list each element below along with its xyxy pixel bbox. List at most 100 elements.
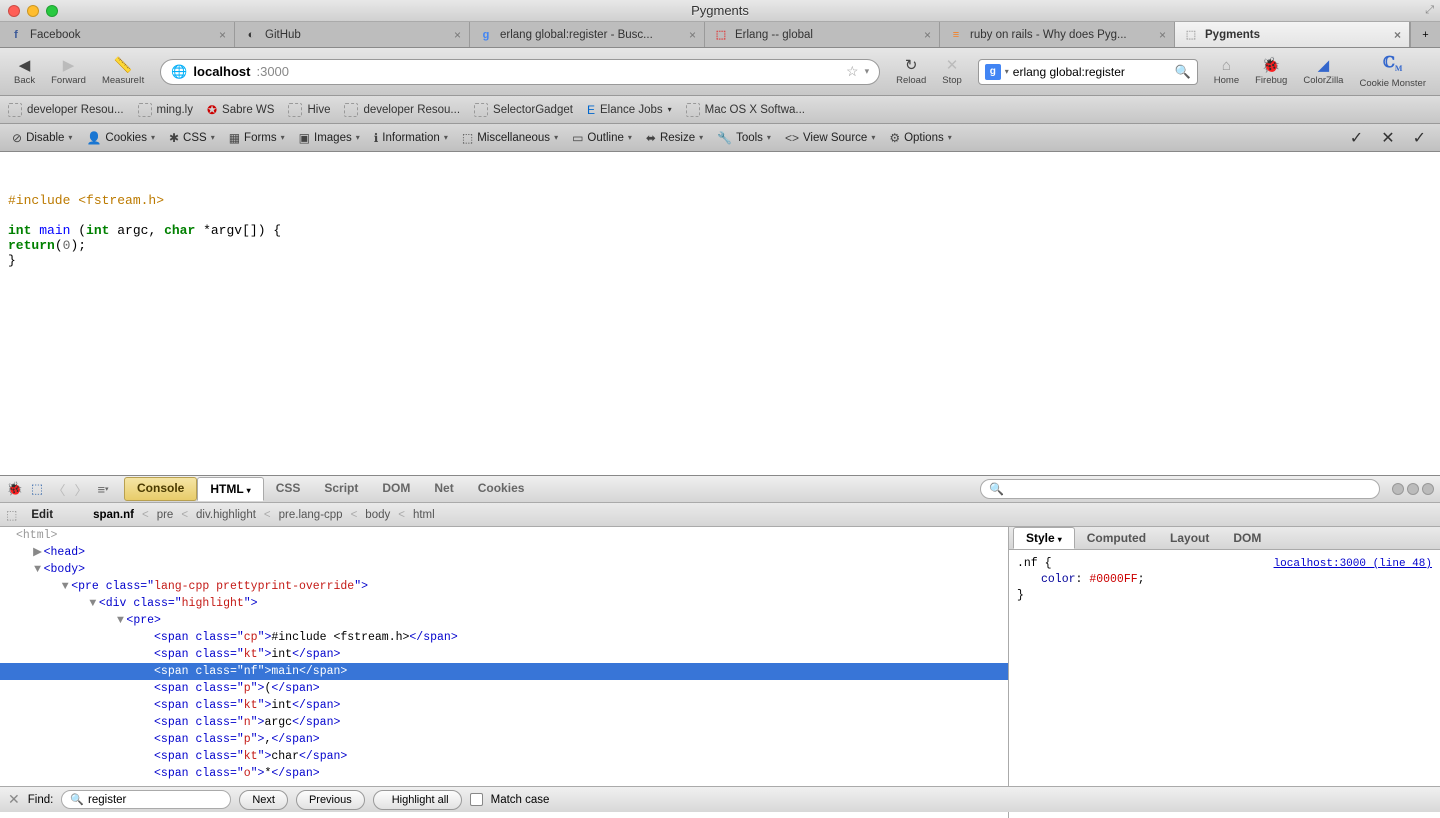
fullscreen-icon[interactable]: ⤢ [1425,4,1434,17]
bookmark-item[interactable]: ✪Sabre WS [207,103,274,117]
tab-html[interactable]: HTML▾ [197,477,263,501]
css-source-link[interactable]: localhost:3000 (line 48) [1274,556,1432,572]
colorzilla-button[interactable]: ◢ColorZilla [1295,56,1351,88]
tab-close-icon[interactable]: × [924,28,931,42]
bookmark-item[interactable]: developer Resou... [344,103,460,117]
webdev-miscellaneous[interactable]: ⬚Miscellaneous▾ [458,131,562,145]
close-findbar-button[interactable]: ✕ [8,791,20,808]
new-tab-button[interactable]: + [1410,22,1440,47]
crumb[interactable]: div.highlight [196,509,256,521]
webdev-tools[interactable]: 🔧Tools▾ [713,131,775,145]
browser-tab[interactable]: ⬚Erlang -- global× [705,22,940,47]
firebug-button[interactable]: 🐞Firebug [1247,56,1295,88]
side-tab-dom[interactable]: DOM [1221,528,1273,548]
browser-tab[interactable]: ◐GitHub× [235,22,470,47]
disclosure-triangle-icon[interactable] [142,646,154,663]
find-prev-button[interactable]: Previous [296,790,365,810]
crumb[interactable]: pre.lang-cpp [279,509,343,521]
home-button[interactable]: ⌂Home [1206,56,1247,88]
dom-tree-node[interactable]: <span class="kt">int</span> [0,646,1008,663]
detach-panel-button[interactable] [1407,483,1419,495]
back-button[interactable]: ◀Back [6,56,43,88]
dom-tree-node[interactable]: <html> [0,527,1008,544]
bookmark-item[interactable]: ming.ly [138,103,193,117]
nav-fwd-icon[interactable]: 〉 [72,480,90,498]
webdev-view-source[interactable]: <>View Source▾ [781,131,879,145]
tab-cookies[interactable]: Cookies [466,477,537,501]
disclosure-triangle-icon[interactable]: ▼ [32,561,44,578]
webdev-options[interactable]: ⚙Options▾ [885,131,955,145]
nav-back-icon[interactable]: 〈 [50,480,68,498]
tab-console[interactable]: Console [124,477,197,501]
search-box[interactable]: g▾ 🔍 [978,59,1198,85]
find-next-button[interactable]: Next [239,790,288,810]
webdev-close-button[interactable]: ✕ [1375,128,1400,148]
webdev-forms[interactable]: ▦Forms▾ [225,131,289,145]
dom-tree-node[interactable]: <span class="p">,</span> [0,731,1008,748]
browser-tab[interactable]: fFacebook× [0,22,235,47]
dom-tree-node[interactable]: <span class="nf">main</span> [0,663,1008,680]
tab-close-icon[interactable]: × [454,28,461,42]
bookmark-item[interactable]: SelectorGadget [474,103,573,117]
bookmark-star-icon[interactable]: ☆ [846,63,859,80]
measureit-button[interactable]: 📏MeasureIt [94,56,152,88]
edit-mode-icon[interactable]: ⬚ [6,508,17,522]
webdev-outline[interactable]: ▭Outline▾ [568,131,636,145]
firebug-css-rules[interactable]: localhost:3000 (line 48).nf { color: #00… [1009,550,1440,610]
tab-net[interactable]: Net [422,477,465,501]
webdev-information[interactable]: ℹInformation▾ [370,131,452,145]
crumb[interactable]: body [365,509,390,521]
search-input[interactable] [1013,65,1171,79]
tab-css[interactable]: CSS [264,477,313,501]
url-bar[interactable]: 🌐 localhost:3000 ☆ ▾ [160,59,880,85]
webdev-cookies[interactable]: 👤Cookies▾ [82,131,159,145]
search-dropdown-icon[interactable]: ▾ [1005,67,1009,76]
match-case-checkbox[interactable] [470,793,483,806]
webdev-disable[interactable]: ⊘Disable▾ [8,131,76,145]
dom-tree-node[interactable]: ▶<head> [0,544,1008,561]
bookmark-item[interactable]: Mac OS X Softwa... [686,103,805,117]
menu-icon[interactable]: ≡▾ [94,480,112,498]
dom-tree-node[interactable]: <span class="p">(</span> [0,680,1008,697]
disclosure-triangle-icon[interactable] [142,680,154,697]
minimize-window-button[interactable] [27,5,39,17]
disclosure-triangle-icon[interactable] [142,714,154,731]
webdev-check-button[interactable]: ✓ [1344,128,1369,148]
close-window-button[interactable] [8,5,20,17]
dom-tree-node[interactable]: ▼<pre> [0,612,1008,629]
search-icon[interactable]: 🔍 [1175,64,1191,80]
crumb[interactable]: pre [157,509,174,521]
webdev-css[interactable]: ✱CSS▾ [165,131,219,145]
cookiemonster-button[interactable]: ℂMCookie Monster [1351,53,1434,91]
tab-close-icon[interactable]: × [689,28,696,42]
dom-tree-node[interactable]: <span class="kt">int</span> [0,697,1008,714]
dom-tree-node[interactable]: ▼<pre class="lang-cpp prettyprint-overri… [0,578,1008,595]
find-input[interactable]: register [88,794,126,806]
disclosure-triangle-icon[interactable]: ▶ [32,544,44,561]
find-input-wrapper[interactable]: 🔍register [61,790,231,809]
tab-close-icon[interactable]: × [219,28,226,42]
disclosure-triangle-icon[interactable] [142,765,154,782]
dom-tree-node[interactable]: <span class="kt">char</span> [0,748,1008,765]
crumb[interactable]: html [413,509,435,521]
disclosure-triangle-icon[interactable] [142,697,154,714]
highlight-all-button[interactable]: Highlight all [373,790,462,810]
dom-tree-node[interactable]: <span class="o">*</span> [0,765,1008,782]
disclosure-triangle-icon[interactable] [4,527,16,544]
tab-close-icon[interactable]: × [1159,28,1166,42]
webdev-images[interactable]: ▣Images▾ [295,131,364,145]
tab-script[interactable]: Script [312,477,370,501]
side-tab-layout[interactable]: Layout [1158,528,1221,548]
browser-tab[interactable]: ≡ruby on rails - Why does Pyg...× [940,22,1175,47]
bookmark-item[interactable]: developer Resou... [8,103,124,117]
dom-tree-node[interactable]: <span class="n">argc</span> [0,714,1008,731]
tab-dom[interactable]: DOM [370,477,422,501]
stop-button[interactable]: ✕Stop [934,56,970,88]
zoom-window-button[interactable] [46,5,58,17]
disclosure-triangle-icon[interactable]: ▼ [59,578,71,595]
firebug-logo-icon[interactable]: 🐞 [6,480,24,498]
forward-button[interactable]: ▶Forward [43,56,94,88]
browser-tab[interactable]: ⬚Pygments× [1175,22,1410,47]
bookmark-item[interactable]: Hive [288,103,330,117]
webdev-resize[interactable]: ⬌Resize▾ [642,131,707,145]
